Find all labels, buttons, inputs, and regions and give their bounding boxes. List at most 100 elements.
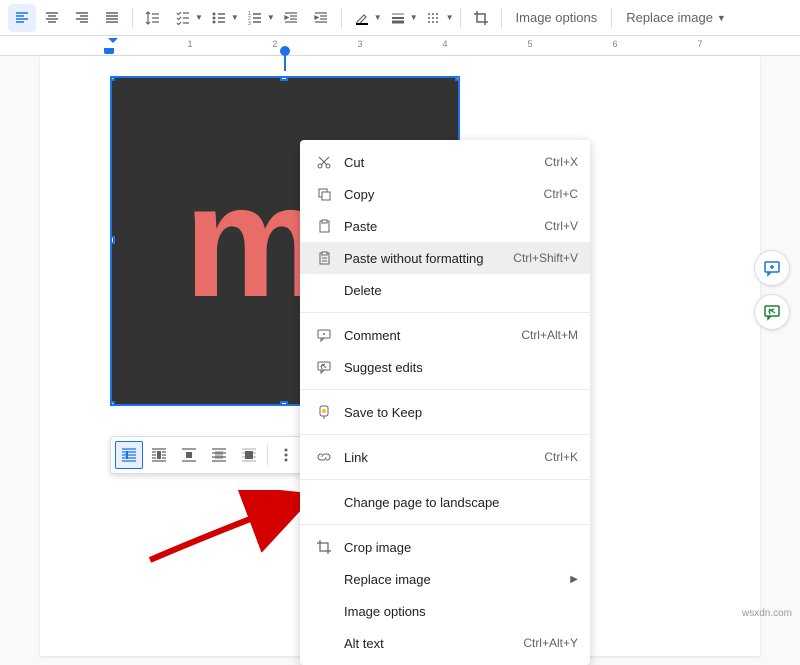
ctx-shortcut: Ctrl+Shift+V bbox=[513, 251, 578, 265]
separator bbox=[460, 8, 461, 28]
resize-handle-tm[interactable] bbox=[280, 76, 288, 81]
paste-icon bbox=[312, 218, 336, 234]
checklist-button[interactable]: ▼ bbox=[169, 4, 203, 32]
ctx-save-to-keep[interactable]: Save to Keep bbox=[300, 396, 590, 428]
separator bbox=[611, 8, 612, 28]
ctx-label: Replace image bbox=[336, 572, 570, 587]
submenu-arrow-icon: ▶ bbox=[570, 574, 578, 585]
ctx-shortcut: Ctrl+Alt+Y bbox=[523, 636, 578, 650]
add-comment-button[interactable] bbox=[754, 250, 790, 286]
ctx-link[interactable]: LinkCtrl+K bbox=[300, 441, 590, 473]
ctx-label: Paste without formatting bbox=[336, 251, 513, 266]
ctx-copy[interactable]: CopyCtrl+C bbox=[300, 178, 590, 210]
comment-icon bbox=[312, 327, 336, 343]
ctx-label: Change page to landscape bbox=[336, 495, 578, 510]
annotation-arrow bbox=[140, 490, 320, 570]
ctx-shortcut: Ctrl+Alt+M bbox=[521, 328, 578, 342]
svg-text:3: 3 bbox=[248, 21, 251, 26]
separator bbox=[267, 445, 268, 465]
ctx-replace-image[interactable]: Replace image▶ bbox=[300, 563, 590, 595]
image-wrap-toolbar bbox=[110, 436, 305, 474]
resize-handle-tr[interactable] bbox=[455, 76, 460, 81]
align-justify-button[interactable] bbox=[98, 4, 126, 32]
ctx-landscape[interactable]: Change page to landscape bbox=[300, 486, 590, 518]
ctx-shortcut: Ctrl+X bbox=[544, 155, 578, 169]
separator bbox=[300, 524, 590, 525]
crop-button[interactable] bbox=[467, 4, 495, 32]
ctx-label: Link bbox=[336, 450, 544, 465]
resize-handle-ml[interactable] bbox=[110, 236, 115, 244]
ctx-label: Paste bbox=[336, 219, 544, 234]
wrap-behind-button[interactable] bbox=[205, 441, 233, 469]
numbered-list-button[interactable]: 123▼ bbox=[241, 4, 275, 32]
indent-decrease-button[interactable] bbox=[277, 4, 305, 32]
line-spacing-button[interactable] bbox=[139, 4, 167, 32]
ctx-label: Suggest edits bbox=[336, 360, 578, 375]
wrap-inline-button[interactable] bbox=[115, 441, 143, 469]
border-dash-button[interactable]: ▼ bbox=[420, 4, 454, 32]
ctx-alt-text[interactable]: Alt textCtrl+Alt+Y bbox=[300, 627, 590, 659]
toolbar: ▼ ▼ 123▼ ▼ ▼ ▼ Image options Replace ima… bbox=[0, 0, 800, 36]
ctx-label: Save to Keep bbox=[336, 405, 578, 420]
ctx-paste-without-formatting[interactable]: Paste without formattingCtrl+Shift+V bbox=[300, 242, 590, 274]
ctx-label: Delete bbox=[336, 283, 578, 298]
indent-increase-button[interactable] bbox=[307, 4, 335, 32]
ruler-number: 7 bbox=[697, 39, 702, 49]
ruler-number: 2 bbox=[272, 39, 277, 49]
indent-marker-first[interactable] bbox=[108, 38, 118, 48]
resize-handle-bm[interactable] bbox=[280, 401, 288, 406]
ctx-label: Copy bbox=[336, 187, 544, 202]
border-color-button[interactable]: ▼ bbox=[348, 4, 382, 32]
rotation-handle[interactable] bbox=[280, 46, 290, 56]
ctx-label: Image options bbox=[336, 604, 578, 619]
ctx-image-options[interactable]: Image options bbox=[300, 595, 590, 627]
ctx-shortcut: Ctrl+C bbox=[544, 187, 578, 201]
image-options-button[interactable]: Image options bbox=[508, 4, 606, 32]
ctx-paste[interactable]: PasteCtrl+V bbox=[300, 210, 590, 242]
link-icon bbox=[312, 449, 336, 465]
paste-plain-icon bbox=[312, 250, 336, 266]
ruler-number: 5 bbox=[527, 39, 532, 49]
watermark: wsxdn.com bbox=[742, 608, 792, 619]
ctx-label: Cut bbox=[336, 155, 544, 170]
separator bbox=[300, 479, 590, 480]
separator bbox=[300, 312, 590, 313]
ruler-number: 3 bbox=[357, 39, 362, 49]
ctx-crop-image[interactable]: Crop image bbox=[300, 531, 590, 563]
resize-handle-bl[interactable] bbox=[110, 401, 115, 406]
ctx-shortcut: Ctrl+K bbox=[544, 450, 578, 464]
wrap-more-button[interactable] bbox=[272, 441, 300, 469]
align-center-button[interactable] bbox=[38, 4, 66, 32]
ctx-label: Alt text bbox=[336, 636, 523, 651]
wrap-text-button[interactable] bbox=[145, 441, 173, 469]
crop-icon bbox=[312, 539, 336, 555]
ctx-delete[interactable]: Delete bbox=[300, 274, 590, 306]
ruler[interactable]: 1 2 3 4 5 6 7 bbox=[0, 36, 800, 56]
ctx-suggest-edits[interactable]: Suggest edits bbox=[300, 351, 590, 383]
ruler-number: 4 bbox=[442, 39, 447, 49]
ctx-label: Crop image bbox=[336, 540, 578, 555]
suggesting-button[interactable] bbox=[754, 294, 790, 330]
resize-handle-tl[interactable] bbox=[110, 76, 115, 81]
context-menu: CutCtrl+X CopyCtrl+C PasteCtrl+V Paste w… bbox=[300, 140, 590, 665]
separator bbox=[132, 8, 133, 28]
wrap-front-button[interactable] bbox=[235, 441, 263, 469]
keep-icon bbox=[312, 404, 336, 420]
separator bbox=[300, 389, 590, 390]
wrap-break-button[interactable] bbox=[175, 441, 203, 469]
replace-image-button[interactable]: Replace image▼ bbox=[618, 4, 734, 32]
indent-marker-left[interactable] bbox=[104, 48, 114, 54]
separator bbox=[341, 8, 342, 28]
border-weight-button[interactable]: ▼ bbox=[384, 4, 418, 32]
align-left-button[interactable] bbox=[8, 4, 36, 32]
ruler-number: 1 bbox=[187, 39, 192, 49]
bulleted-list-button[interactable]: ▼ bbox=[205, 4, 239, 32]
separator bbox=[501, 8, 502, 28]
cut-icon bbox=[312, 154, 336, 170]
side-buttons bbox=[754, 250, 790, 330]
align-right-button[interactable] bbox=[68, 4, 96, 32]
ctx-cut[interactable]: CutCtrl+X bbox=[300, 146, 590, 178]
ctx-label: Comment bbox=[336, 328, 521, 343]
ruler-number: 6 bbox=[612, 39, 617, 49]
ctx-comment[interactable]: CommentCtrl+Alt+M bbox=[300, 319, 590, 351]
